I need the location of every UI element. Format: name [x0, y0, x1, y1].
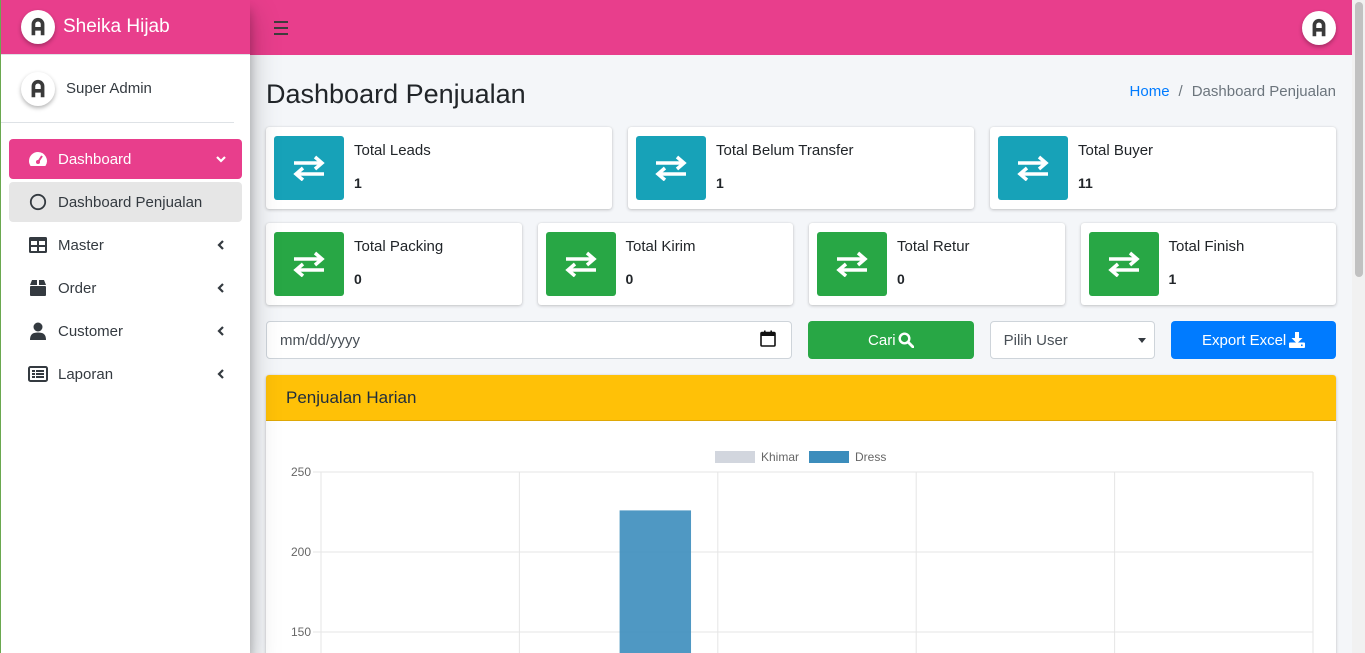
search-button[interactable]: Cari: [807, 321, 974, 359]
user-select-value: Pilih User: [1003, 331, 1068, 349]
sidebar-item-label: Master: [58, 236, 104, 254]
exchange-icon: [274, 232, 344, 296]
exchange-icon: [1088, 232, 1159, 296]
legend-label: Khimar: [761, 450, 799, 464]
exchange-icon: [545, 232, 616, 296]
page-title: Dashboard Penjualan: [266, 78, 526, 109]
info-box-number: 1: [716, 174, 724, 191]
sidebar-item-dashboard-penjualan[interactable]: Dashboard Penjualan: [9, 182, 242, 222]
sidebar-item-master[interactable]: Master: [9, 225, 242, 265]
filter-row: mm/dd/yyyy Cari Pilih User Export Excel: [266, 321, 1336, 359]
date-input[interactable]: mm/dd/yyyy: [266, 321, 792, 359]
search-icon: [898, 332, 914, 348]
sidebar-nav: Dashboard Dashboard Penjualan Master Ord…: [1, 123, 250, 394]
info-box-label: Total Belum Transfer: [716, 141, 854, 159]
calendar-icon[interactable]: [760, 330, 776, 351]
exchange-icon: [274, 136, 344, 200]
breadcrumb-home-link[interactable]: Home: [1130, 83, 1170, 100]
exchange-icon: [636, 136, 706, 200]
scrollbar-thumb[interactable]: [1355, 2, 1363, 277]
sidebar-item-label: Order: [58, 279, 97, 297]
info-box-total-leads: Total Leads 1: [266, 127, 612, 209]
breadcrumb-separator: /: [1178, 82, 1183, 100]
bar-dress: [619, 510, 692, 653]
user-name: Super Admin: [66, 80, 152, 97]
info-box-label: Total Leads: [354, 141, 431, 159]
circle-icon: [28, 192, 48, 212]
info-box-label: Total Kirim: [625, 237, 696, 255]
sidebar-item-customer[interactable]: Customer: [9, 311, 242, 351]
chevron-left-icon: [215, 325, 227, 337]
info-box-label: Total Packing: [354, 237, 444, 255]
legend-swatch-khimar: [715, 451, 755, 463]
sidebar-item-label: Customer: [58, 322, 124, 340]
sales-chart: 250 200 150 Khimar Dress: [266, 421, 1336, 653]
caret-down-icon: [1138, 337, 1147, 343]
stats-row-2: Total Packing 0 Total Kirim 0 Total Retu…: [266, 223, 1336, 305]
legend-swatch-dress: [809, 451, 849, 463]
brand-logo-icon: [21, 10, 55, 44]
user-avatar-icon: [21, 71, 55, 106]
info-box-number: 0: [897, 270, 905, 287]
top-navbar: [250, 0, 1352, 55]
y-tick-label: 250: [291, 465, 311, 479]
info-box-total-kirim: Total Kirim 0: [537, 223, 793, 305]
bar-chart: 250 200 150 Khimar Dress: [291, 450, 1314, 653]
info-box-total-buyer: Total Buyer 11: [990, 127, 1336, 209]
sidebar-item-label: Laporan: [58, 365, 114, 383]
chevron-left-icon: [215, 239, 227, 251]
sidebar-item-dashboard[interactable]: Dashboard: [9, 139, 242, 179]
info-box-label: Total Buyer: [1078, 141, 1154, 159]
chevron-left-icon: [215, 282, 227, 294]
download-icon: [1289, 332, 1306, 348]
page-scrollbar[interactable]: [1352, 0, 1365, 653]
sidebar-item-label: Dashboard Penjualan: [58, 193, 203, 211]
main-content: Dashboard Penjualan Home / Dashboard Penju…: [250, 55, 1352, 653]
exchange-icon: [998, 136, 1068, 200]
tachometer-icon: [28, 149, 48, 169]
info-box-total-finish: Total Finish 1: [1080, 223, 1336, 305]
info-box-label: Total Retur: [897, 237, 970, 255]
y-tick-label: 150: [291, 625, 311, 639]
user-menu-avatar-icon[interactable]: [1302, 10, 1336, 45]
brand-name: Sheika Hijab: [63, 16, 170, 37]
stats-row-1: Total Leads 1 Total Belum Transfer 1 Tot…: [266, 127, 1336, 209]
box-icon: [28, 278, 48, 298]
date-placeholder: mm/dd/yyyy: [280, 331, 361, 349]
breadcrumb: Home / Dashboard Penjualan: [1130, 83, 1336, 100]
hamburger-menu-icon[interactable]: [272, 20, 290, 36]
user-select[interactable]: Pilih User: [989, 321, 1156, 359]
user-icon: [28, 321, 48, 341]
table-icon: [28, 235, 48, 255]
export-button-label: Export Excel: [1202, 331, 1287, 349]
chevron-down-icon: [215, 153, 227, 165]
info-box-total-retur: Total Retur 0: [809, 223, 1065, 305]
info-box-number: 11: [1078, 174, 1093, 191]
info-box-number: 1: [1168, 270, 1177, 287]
info-box-number: 0: [625, 270, 634, 287]
brand-link[interactable]: Sheika Hijab: [1, 0, 250, 55]
card-title: Penjualan Harian: [266, 375, 1336, 421]
penjualan-harian-card: Penjualan Harian 250 200 150 Khimar Dress: [266, 375, 1336, 653]
search-button-label: Cari: [868, 331, 896, 349]
info-box-label: Total Finish: [1168, 237, 1245, 255]
sidebar: Sheika Hijab Super Admin Dashboard Dashb…: [0, 0, 250, 653]
breadcrumb-current: Dashboard Penjualan: [1191, 82, 1336, 100]
chevron-left-icon: [215, 368, 227, 380]
exchange-icon: [817, 232, 887, 296]
legend-label: Dress: [855, 450, 886, 464]
y-tick-label: 200: [291, 545, 311, 559]
sidebar-item-order[interactable]: Order: [9, 268, 242, 308]
export-excel-button[interactable]: Export Excel: [1171, 321, 1336, 359]
sidebar-item-laporan[interactable]: Laporan: [9, 354, 242, 394]
info-box-number: 1: [354, 174, 362, 191]
info-box-total-belum-transfer: Total Belum Transfer 1: [628, 127, 974, 209]
info-box-number: 0: [354, 270, 362, 287]
info-box-total-packing: Total Packing 0: [266, 223, 522, 305]
list-alt-icon: [28, 364, 48, 384]
sidebar-item-label: Dashboard: [58, 150, 132, 168]
user-panel[interactable]: Super Admin: [1, 55, 234, 123]
